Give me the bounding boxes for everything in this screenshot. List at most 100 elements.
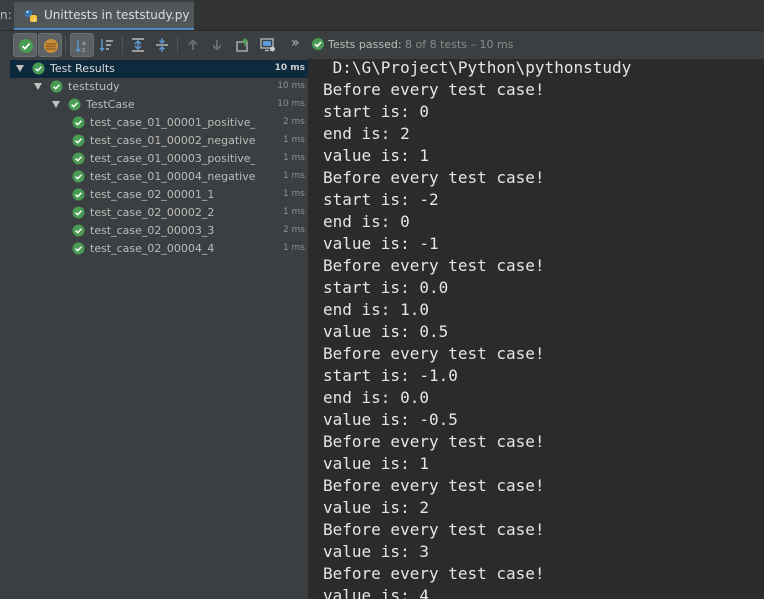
tab-title: Unittests in teststudy.py — [44, 8, 190, 22]
console-line: start is: -1.0 — [323, 366, 458, 385]
test-passed-icon — [72, 170, 85, 183]
svg-text:a: a — [82, 40, 86, 47]
import-tests-button[interactable] — [256, 33, 280, 57]
test-duration: 2 ms — [282, 225, 305, 235]
console-line: value is: 1 — [323, 454, 429, 473]
test-passed-icon — [72, 188, 85, 201]
tests-passed-icon — [311, 37, 325, 54]
test-name: test_case_01_00003_positive_real_number — [90, 152, 255, 165]
test-duration: 1 ms — [282, 189, 305, 199]
tree-test-item[interactable]: test_case_02_00004_4 1 ms — [10, 240, 308, 258]
export-results-button[interactable] — [231, 33, 255, 57]
console-line: end is: 1.0 — [323, 300, 429, 319]
show-passed-button[interactable] — [13, 33, 37, 57]
tree-root-test-results[interactable]: Test Results 10 ms — [10, 60, 308, 78]
run-label: n: — [0, 8, 12, 22]
tree-gutter — [0, 59, 10, 599]
python-icon — [24, 8, 38, 22]
console-line: Before every test case! — [323, 476, 545, 495]
console-line: value is: 0.5 — [323, 322, 449, 341]
test-passed-icon — [72, 242, 85, 255]
test-passed-icon — [72, 152, 85, 165]
toolbar-separator — [65, 36, 66, 54]
console-line: start is: 0 — [323, 102, 429, 121]
console-line: start is: -2 — [323, 190, 439, 209]
console-line: value is: -1 — [323, 234, 439, 253]
console-line: value is: 2 — [323, 498, 429, 517]
test-passed-icon — [72, 134, 85, 147]
console-line: value is: 3 — [323, 542, 429, 561]
more-icon: » — [291, 35, 300, 51]
svg-text:z: z — [82, 47, 85, 54]
status-detail: 8 of 8 tests – 10 ms — [401, 38, 514, 51]
console-line: Before every test case! — [323, 520, 545, 539]
test-duration: 1 ms — [282, 243, 305, 253]
collapse-all-button[interactable] — [150, 33, 174, 57]
tab-unittests[interactable]: Unittests in teststudy.py — [14, 2, 194, 30]
test-name: test_case_02_00003_3 — [90, 224, 215, 237]
console-line: end is: 2 — [323, 124, 410, 143]
console-line: D:\G\Project\Python\pythonstudy — [323, 59, 632, 77]
console-line: Before every test case! — [323, 432, 545, 451]
test-name: Test Results — [50, 62, 115, 75]
tree-test-item[interactable]: test_case_02_00003_3 2 ms — [10, 222, 308, 240]
console-line: start is: 0.0 — [323, 278, 449, 297]
tree-test-item[interactable]: test_case_02_00002_2 1 ms — [10, 204, 308, 222]
expand-all-button[interactable] — [126, 33, 150, 57]
tree-test-item[interactable]: test_case_01_00003_positive_real_number 1… — [10, 150, 308, 168]
test-duration: 1 ms — [282, 207, 305, 217]
tree-test-item[interactable]: test_case_02_00001_1 1 ms — [10, 186, 308, 204]
test-passed-icon — [72, 116, 85, 129]
toolbar-separator — [122, 36, 123, 54]
test-passed-icon — [72, 206, 85, 219]
expand-arrow-icon[interactable] — [34, 83, 42, 90]
test-name: test_case_01_00002_negative_integer — [90, 134, 255, 147]
status-passed-label: Tests passed: — [328, 38, 402, 51]
test-duration: 1 ms — [282, 135, 305, 145]
console-line: value is: 4 — [323, 586, 429, 599]
tree-test-item[interactable]: test_case_01_00001_positive_integer 2 ms — [10, 114, 308, 132]
test-duration: 2 ms — [282, 117, 305, 127]
tree-node[interactable]: TestCase 10 ms — [10, 96, 308, 114]
next-failed-test-button[interactable] — [205, 33, 229, 57]
test-duration: 10 ms — [274, 63, 305, 73]
test-name: test_case_01_00001_positive_integer — [90, 116, 255, 129]
test-passed-icon — [50, 80, 63, 93]
console-output[interactable]: D:\G\Project\Python\pythonstudy Before ev… — [309, 59, 764, 599]
test-name: test_case_02_00001_1 — [90, 188, 215, 201]
console-line: Before every test case! — [323, 80, 545, 99]
test-runner-toolbar: az » Tests passed: 8 of 8 tests – 10 ms — [0, 31, 764, 60]
tab-bar: n: Unittests in teststudy.py — [0, 0, 764, 31]
more-actions-button[interactable]: » — [286, 33, 310, 57]
console-line: Before every test case! — [323, 168, 545, 187]
test-passed-icon — [72, 224, 85, 237]
console-line: value is: -0.5 — [323, 410, 458, 429]
previous-failed-test-button[interactable] — [181, 33, 205, 57]
show-ignored-button[interactable] — [38, 33, 62, 57]
console-line: value is: 1 — [323, 146, 429, 165]
tree-test-item[interactable]: test_case_01_00002_negative_integer 1 ms — [10, 132, 308, 150]
test-duration: 1 ms — [282, 153, 305, 163]
test-duration: 1 ms — [282, 171, 305, 181]
console-line: Before every test case! — [323, 564, 545, 583]
console-line: Before every test case! — [323, 256, 545, 275]
tree-test-item[interactable]: test_case_01_00004_negative_real_number 1… — [10, 168, 308, 186]
expand-arrow-icon[interactable] — [52, 101, 60, 108]
sort-alphabetically-button[interactable]: az — [70, 33, 94, 57]
toolbar-separator — [177, 36, 178, 54]
test-results-tree: Test Results 10 ms teststudy 10 ms TestCase 1… — [0, 59, 309, 599]
test-passed-icon — [32, 62, 45, 75]
console-line: end is: 0.0 — [323, 388, 429, 407]
test-duration: 10 ms — [277, 99, 305, 109]
test-duration: 10 ms — [277, 81, 305, 91]
test-name: test_case_01_00004_negative_real_number — [90, 170, 255, 183]
console-line: Before every test case! — [323, 344, 545, 363]
console-line: end is: 0 — [323, 212, 410, 231]
sort-by-duration-button[interactable] — [95, 33, 119, 57]
test-passed-icon — [68, 98, 81, 111]
tab-bar-empty-area — [194, 0, 764, 30]
expand-arrow-icon[interactable] — [16, 65, 24, 72]
test-name: teststudy — [68, 80, 120, 93]
test-status: Tests passed: 8 of 8 tests – 10 ms — [311, 37, 513, 54]
tree-node[interactable]: teststudy 10 ms — [10, 78, 308, 96]
